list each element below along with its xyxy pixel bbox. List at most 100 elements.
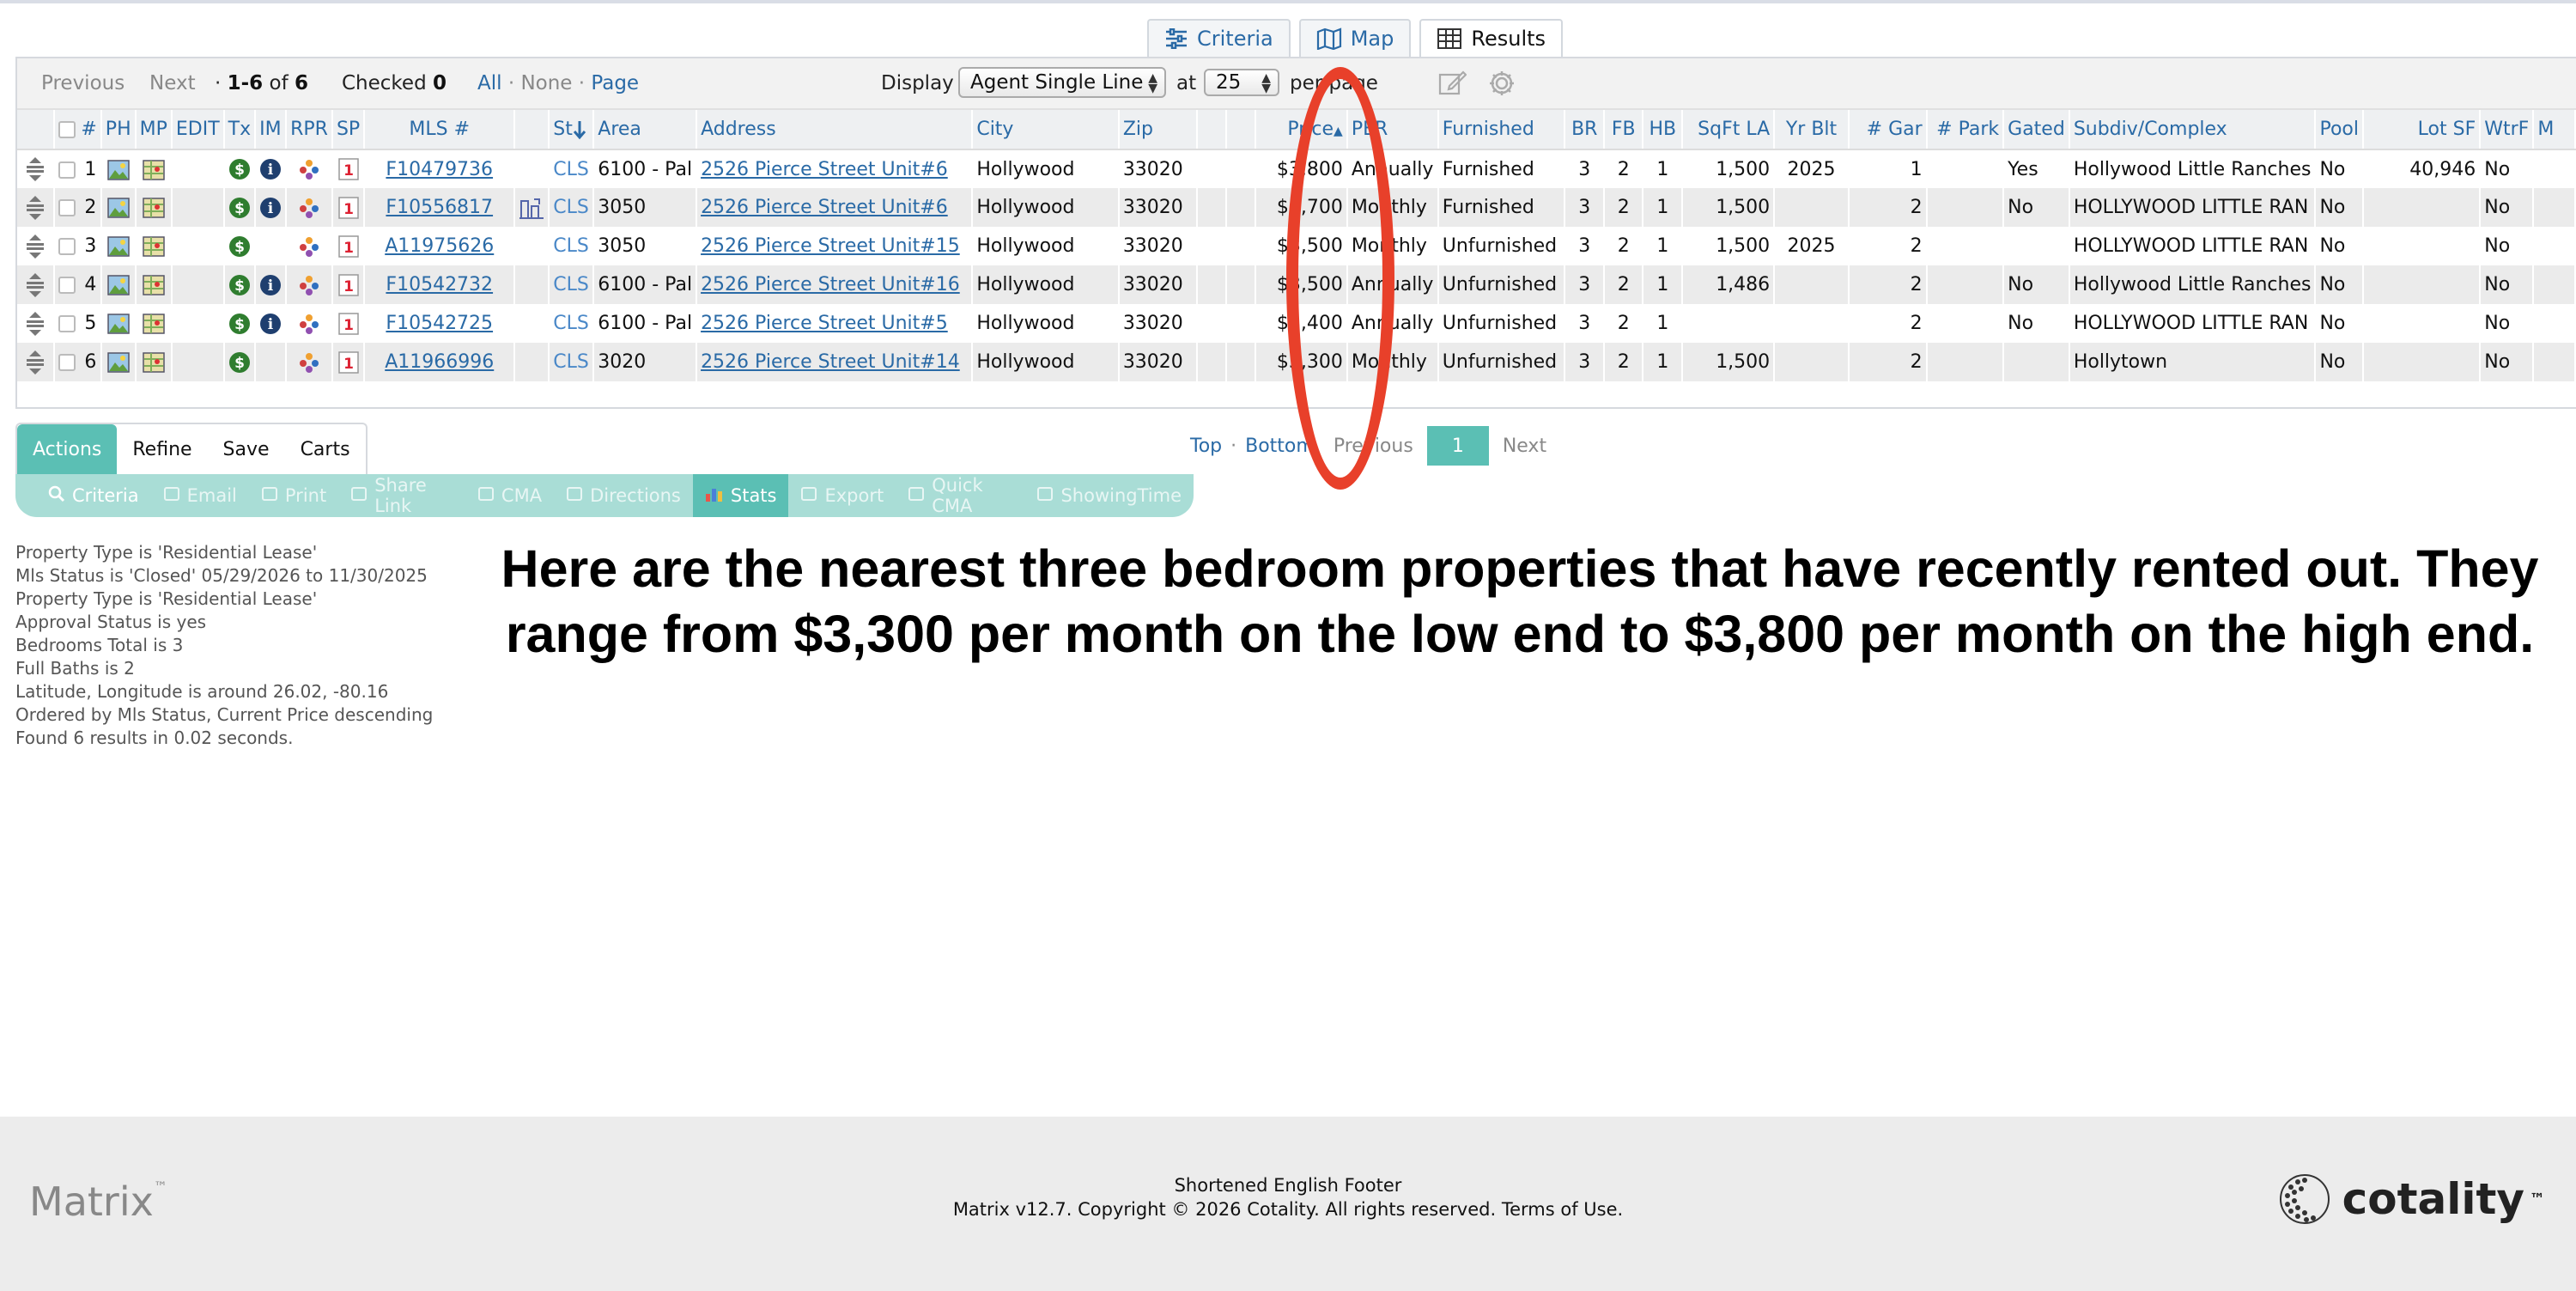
row-drag-handle[interactable] <box>17 149 56 188</box>
col-per[interactable]: PER <box>1346 110 1439 150</box>
address-link[interactable]: 2526 Pierce Street Unit#16 <box>701 274 960 295</box>
col-subdiv[interactable]: Subdiv/Complex <box>2069 110 2317 150</box>
rpr-icon[interactable] <box>298 158 320 180</box>
col-edit[interactable]: EDIT <box>171 110 225 150</box>
address-cell[interactable]: 2526 Pierce Street Unit#16 <box>696 265 974 304</box>
address-link[interactable]: 2526 Pierce Street Unit#6 <box>701 159 948 180</box>
info-icon[interactable]: i <box>259 313 282 334</box>
sp-number-icon[interactable]: 1 <box>337 273 359 296</box>
photo-icon[interactable] <box>106 313 130 334</box>
map-cell[interactable] <box>135 265 173 304</box>
tax-cell[interactable]: $ <box>223 343 257 381</box>
photo-cell[interactable] <box>100 227 137 265</box>
photo-icon[interactable] <box>106 274 130 295</box>
map-thumbnail-icon[interactable] <box>142 351 165 373</box>
drag-handle-icon[interactable] <box>24 157 46 181</box>
next-link[interactable]: Next <box>149 72 196 94</box>
mls-cell[interactable]: F10556817 <box>364 188 516 227</box>
row-drag-handle[interactable] <box>17 227 56 265</box>
table-row[interactable]: 6 $1 A11966996 CLS 3020 2526 Pierce Street Un… <box>17 343 2576 381</box>
share-link-action-button[interactable]: Share Link <box>338 474 465 517</box>
virtual-tour-icon[interactable] <box>519 197 544 219</box>
sp-cell[interactable]: 1 <box>331 188 366 227</box>
rpr-cell[interactable] <box>286 265 333 304</box>
rpr-cell[interactable] <box>286 227 333 265</box>
info-icon[interactable]: i <box>259 274 282 295</box>
tab-results[interactable]: Results <box>1419 19 1564 57</box>
tax-dollar-icon[interactable]: $ <box>228 197 251 218</box>
virtual-tour-cell[interactable] <box>514 343 550 381</box>
col-lotsf[interactable]: Lot SF <box>2362 110 2482 150</box>
tax-cell[interactable]: $ <box>223 265 257 304</box>
row-select[interactable]: 4 <box>54 265 102 304</box>
sp-number-icon[interactable]: 1 <box>337 196 359 219</box>
map-cell[interactable] <box>135 149 173 188</box>
col-m[interactable]: M <box>2533 110 2576 150</box>
info-cell[interactable] <box>255 343 288 381</box>
rpr-icon[interactable] <box>298 351 320 373</box>
display-select[interactable]: Agent Single Line ▲ ▼ <box>958 67 1166 98</box>
gear-icon[interactable] <box>1487 69 1516 98</box>
col-status[interactable]: St <box>549 110 595 150</box>
col-pool[interactable]: Pool <box>2315 110 2364 150</box>
info-icon[interactable]: i <box>259 158 282 180</box>
mls-cell[interactable]: A11966996 <box>364 343 516 381</box>
tax-dollar-icon[interactable]: $ <box>228 313 251 334</box>
col-rpr[interactable]: RPR <box>286 110 333 150</box>
info-cell[interactable] <box>255 227 288 265</box>
mls-link[interactable]: F10542725 <box>386 313 493 334</box>
address-link[interactable]: 2526 Pierce Street Unit#15 <box>701 235 960 257</box>
tab-refine[interactable]: Refine <box>117 424 207 474</box>
col-im[interactable]: IM <box>255 110 288 150</box>
tax-dollar-icon[interactable]: $ <box>228 351 251 373</box>
pager-next[interactable]: Next <box>1503 435 1546 457</box>
info-cell[interactable]: i <box>255 188 288 227</box>
col-tx[interactable]: Tx <box>223 110 257 150</box>
address-cell[interactable]: 2526 Pierce Street Unit#6 <box>696 149 974 188</box>
virtual-tour-cell[interactable] <box>514 188 550 227</box>
address-cell[interactable]: 2526 Pierce Street Unit#15 <box>696 227 974 265</box>
sp-cell[interactable]: 1 <box>331 304 366 343</box>
email-action-button[interactable]: Email <box>151 474 249 517</box>
table-row[interactable]: 1 $ i 1 F10479736 CLS 6100 - Pal 2526 Pierce St… <box>17 149 2576 188</box>
row-checkbox[interactable] <box>58 199 76 216</box>
edit-icon[interactable] <box>1437 69 1467 98</box>
col-fb[interactable]: FB <box>1604 110 1644 150</box>
print-action-button[interactable]: Print <box>249 474 338 517</box>
sp-number-icon[interactable]: 1 <box>337 312 359 335</box>
photo-cell[interactable] <box>100 265 137 304</box>
col-hb[interactable]: HB <box>1643 110 1684 150</box>
rpr-cell[interactable] <box>286 149 333 188</box>
row-checkbox[interactable] <box>58 354 76 371</box>
mls-cell[interactable]: F10542732 <box>364 265 516 304</box>
col-park[interactable]: # Park <box>1926 110 2005 150</box>
row-checkbox[interactable] <box>58 161 76 179</box>
col-ph[interactable]: PH <box>100 110 137 150</box>
address-cell[interactable]: 2526 Pierce Street Unit#14 <box>696 343 974 381</box>
row-select[interactable]: 6 <box>54 343 102 381</box>
map-thumbnail-icon[interactable] <box>142 235 165 257</box>
pager-previous[interactable]: Previous <box>1334 435 1413 457</box>
col-gated[interactable]: Gated <box>2003 110 2070 150</box>
sp-cell[interactable]: 1 <box>331 343 366 381</box>
select-page-link[interactable]: Page <box>591 72 639 94</box>
col-furnished[interactable]: Furnished <box>1437 110 1566 150</box>
photo-icon[interactable] <box>106 351 130 373</box>
tax-cell[interactable]: $ <box>223 149 257 188</box>
tab-map[interactable]: Map <box>1298 19 1412 57</box>
info-icon[interactable]: i <box>259 197 282 218</box>
sp-cell[interactable]: 1 <box>331 265 366 304</box>
page-number-current[interactable]: 1 <box>1426 426 1489 466</box>
address-cell[interactable]: 2526 Pierce Street Unit#5 <box>696 304 974 343</box>
row-select[interactable]: 1 <box>54 149 102 188</box>
map-thumbnail-icon[interactable] <box>142 159 165 180</box>
mls-link[interactable]: A11975626 <box>385 235 494 257</box>
rpr-icon[interactable] <box>298 313 320 334</box>
col-city[interactable]: City <box>972 110 1120 150</box>
photo-cell[interactable] <box>100 304 137 343</box>
sp-number-icon[interactable]: 1 <box>337 158 359 180</box>
drag-handle-icon[interactable] <box>24 195 46 220</box>
drag-handle-icon[interactable] <box>24 350 46 375</box>
row-checkbox[interactable] <box>58 315 76 332</box>
mls-link[interactable]: F10556817 <box>386 197 493 218</box>
